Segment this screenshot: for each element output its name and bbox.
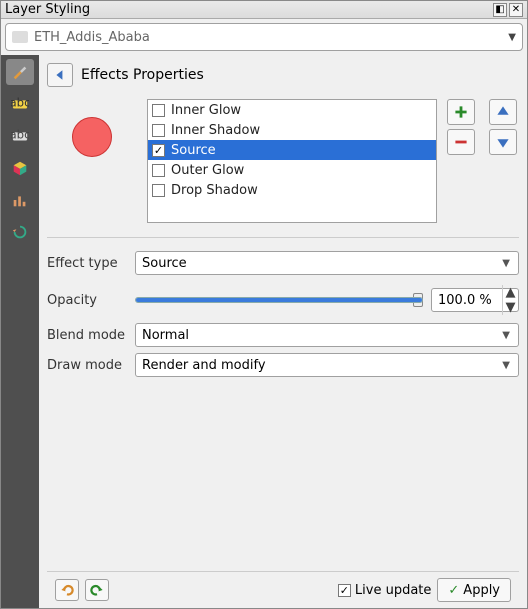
label-icon: abc bbox=[11, 95, 29, 113]
effect-type-value: Source bbox=[142, 256, 187, 271]
effect-type-select[interactable]: Source ▼ bbox=[135, 251, 519, 275]
preview-col bbox=[47, 99, 137, 157]
effect-row[interactable]: Outer Glow bbox=[148, 160, 436, 180]
live-update-toggle[interactable]: Live update bbox=[338, 583, 431, 598]
svg-text:abc: abc bbox=[11, 128, 29, 142]
add-effect-button[interactable] bbox=[447, 99, 475, 125]
blend-mode-select[interactable]: Normal ▼ bbox=[135, 323, 519, 347]
chart-icon bbox=[11, 191, 29, 209]
chevron-down-icon: ▼ bbox=[502, 258, 510, 269]
tab-symbology[interactable] bbox=[6, 59, 34, 85]
mask-icon: abc bbox=[11, 127, 29, 145]
effect-label: Inner Shadow bbox=[171, 123, 260, 138]
symbol-preview bbox=[72, 117, 112, 157]
separator bbox=[47, 237, 519, 238]
apply-button[interactable]: ✓ Apply bbox=[437, 578, 511, 602]
effect-row[interactable]: Inner Shadow bbox=[148, 120, 436, 140]
panel-titlebar: Layer Styling ◧ ✕ bbox=[1, 1, 527, 19]
minus-icon bbox=[454, 135, 468, 149]
blend-mode-value: Normal bbox=[142, 328, 189, 343]
effect-row[interactable]: Drop Shadow bbox=[148, 180, 436, 200]
effects-title: Effects Properties bbox=[81, 67, 204, 83]
history-icon bbox=[11, 223, 29, 241]
redo-button[interactable] bbox=[85, 579, 109, 601]
undock-button[interactable]: ◧ bbox=[493, 3, 507, 17]
tab-diagrams[interactable] bbox=[6, 187, 34, 213]
back-button[interactable] bbox=[47, 63, 73, 87]
style-sidebar: abc abc bbox=[1, 55, 39, 608]
opacity-slider[interactable] bbox=[135, 290, 423, 310]
effect-row[interactable]: Inner Glow bbox=[148, 100, 436, 120]
footer: Live update ✓ Apply bbox=[47, 571, 519, 608]
effects-list[interactable]: Inner Glow Inner Shadow Source Outer Glo… bbox=[147, 99, 437, 223]
layer-selector[interactable]: ETH_Addis_Ababa ▼ bbox=[5, 23, 523, 51]
apply-label: Apply bbox=[463, 583, 500, 598]
effect-label: Source bbox=[171, 143, 216, 158]
effect-type-label: Effect type bbox=[47, 256, 127, 271]
effect-checkbox[interactable] bbox=[152, 144, 165, 157]
effect-label: Drop Shadow bbox=[171, 183, 258, 198]
live-update-label: Live update bbox=[355, 583, 431, 598]
tab-masks[interactable]: abc bbox=[6, 123, 34, 149]
chevron-down-icon: ▼ bbox=[502, 360, 510, 371]
draw-mode-select[interactable]: Render and modify ▼ bbox=[135, 353, 519, 377]
draw-mode-value: Render and modify bbox=[142, 358, 266, 373]
live-update-checkbox[interactable] bbox=[338, 584, 351, 597]
tab-3dview[interactable] bbox=[6, 155, 34, 181]
move-up-button[interactable] bbox=[489, 99, 517, 125]
spin-down-icon[interactable]: ▼ bbox=[506, 300, 516, 315]
chevron-down-icon: ▼ bbox=[508, 32, 516, 43]
down-arrow-icon bbox=[496, 135, 510, 149]
undo-icon bbox=[60, 583, 74, 597]
chevron-down-icon: ▼ bbox=[502, 330, 510, 341]
effect-checkbox[interactable] bbox=[152, 124, 165, 137]
undo-button[interactable] bbox=[55, 579, 79, 601]
paintbrush-icon bbox=[11, 63, 29, 81]
effect-checkbox[interactable] bbox=[152, 104, 165, 117]
main-panel: Effects Properties Inner Glow Inner Shad… bbox=[39, 55, 527, 608]
opacity-value: 100.0 % bbox=[438, 293, 502, 308]
tab-history[interactable] bbox=[6, 219, 34, 245]
tab-labels[interactable]: abc bbox=[6, 91, 34, 117]
cube-icon bbox=[11, 159, 29, 177]
opacity-spinbox[interactable]: 100.0 % ▲▼ bbox=[431, 288, 519, 312]
layer-icon bbox=[12, 31, 28, 43]
effect-checkbox[interactable] bbox=[152, 164, 165, 177]
panel-title: Layer Styling bbox=[5, 2, 90, 17]
effect-checkbox[interactable] bbox=[152, 184, 165, 197]
remove-effect-button[interactable] bbox=[447, 129, 475, 155]
spin-up-icon[interactable]: ▲ bbox=[506, 285, 516, 300]
draw-mode-label: Draw mode bbox=[47, 358, 127, 373]
plus-icon bbox=[454, 105, 468, 119]
opacity-label: Opacity bbox=[47, 293, 127, 308]
svg-text:abc: abc bbox=[11, 96, 29, 110]
effect-label: Inner Glow bbox=[171, 103, 241, 118]
close-button[interactable]: ✕ bbox=[509, 3, 523, 17]
back-arrow-icon bbox=[54, 69, 66, 81]
redo-icon bbox=[90, 583, 104, 597]
move-down-button[interactable] bbox=[489, 129, 517, 155]
effect-row[interactable]: Source bbox=[148, 140, 436, 160]
layer-name: ETH_Addis_Ababa bbox=[34, 30, 508, 45]
effect-label: Outer Glow bbox=[171, 163, 244, 178]
blend-mode-label: Blend mode bbox=[47, 328, 127, 343]
check-icon: ✓ bbox=[448, 583, 459, 598]
up-arrow-icon bbox=[496, 105, 510, 119]
